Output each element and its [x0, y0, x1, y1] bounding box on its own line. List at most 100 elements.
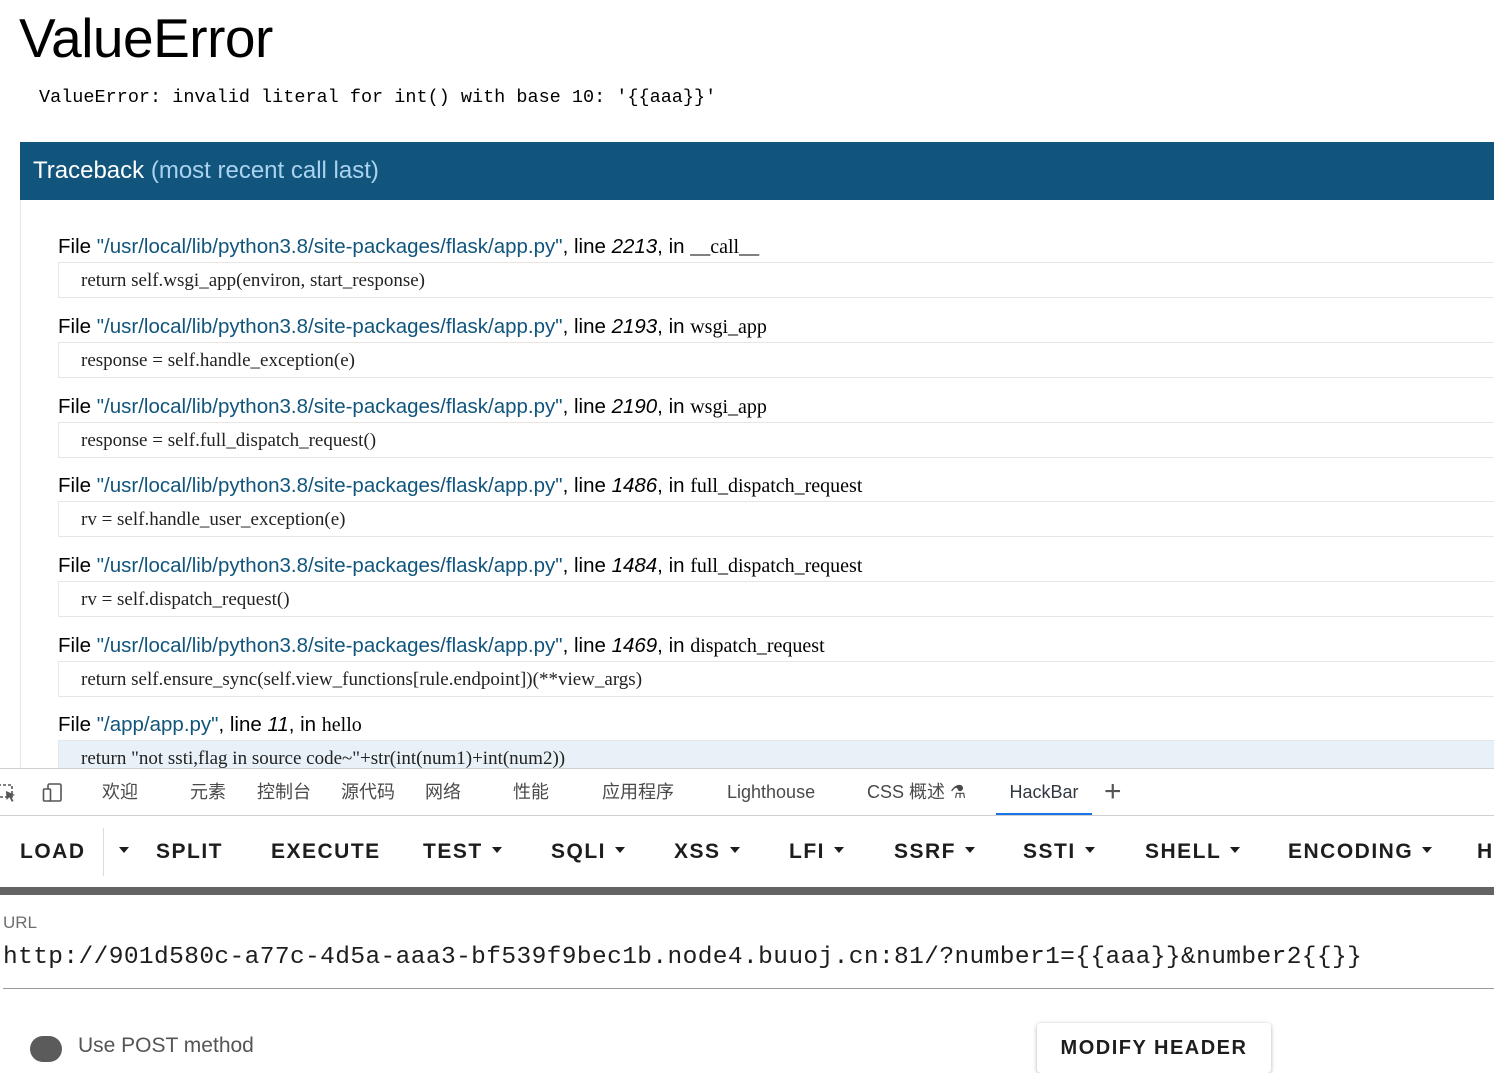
post-method-toggle[interactable] — [30, 1036, 62, 1062]
frame-line-number: 2190 — [611, 395, 658, 418]
error-message: ValueError: invalid literal for int() wi… — [39, 87, 717, 108]
frame-function: dispatch_request — [690, 635, 825, 657]
frame-file-path: "/usr/local/lib/python3.8/site-packages/… — [96, 634, 563, 657]
frame-line-number: 2193 — [611, 315, 658, 338]
traceback-frame: File "/usr/local/lib/python3.8/site-pack… — [58, 631, 1494, 697]
frame-code[interactable]: return "not ssti,flag in source code~"+s… — [58, 740, 1494, 768]
devtools-tab-elements[interactable]: 元素 — [190, 769, 226, 815]
frame-function: wsgi_app — [690, 396, 767, 418]
frame-line-number: 2213 — [611, 235, 658, 258]
traceback-frame: File "/usr/local/lib/python3.8/site-pack… — [58, 392, 1494, 458]
post-method-label: Use POST method — [78, 1034, 254, 1057]
modify-header-button[interactable]: MODIFY HEADER — [1037, 1023, 1271, 1073]
traceback-frame: File "/app/app.py", line 11, in hello re… — [58, 710, 1494, 768]
sqli-menu-label: SQLI — [551, 840, 607, 863]
frame-code[interactable]: return self.ensure_sync(self.view_functi… — [58, 661, 1494, 697]
ssti-menu-button[interactable]: SSTI — [1023, 816, 1095, 888]
frame-function: wsgi_app — [690, 316, 767, 338]
chevron-down-icon — [119, 847, 129, 854]
file-label: File — [58, 634, 92, 657]
devtools-tab-css-overview[interactable]: CSS 概述 ⚗ — [867, 769, 966, 815]
page-title: ValueError — [19, 7, 273, 69]
devtools-tab-hackbar[interactable]: HackBar — [996, 769, 1092, 815]
line-label: , line — [562, 474, 612, 497]
url-input[interactable]: http://901d580c-a77c-4d5a-aaa3-bf539f9be… — [3, 944, 1362, 971]
test-menu-button[interactable]: TEST — [423, 816, 502, 888]
line-label: , line — [562, 554, 612, 577]
traceback-title: Traceback — [33, 157, 145, 184]
traceback-subtitle: (most recent call last) — [150, 157, 379, 184]
frame-code[interactable]: rv = self.handle_user_exception(e) — [58, 501, 1494, 537]
error-page: ValueError ValueError: invalid literal f… — [0, 0, 1494, 768]
devtools-tab-lighthouse[interactable]: Lighthouse — [727, 769, 815, 815]
split-button[interactable]: SPLIT — [156, 816, 223, 888]
frame-file-path: "/usr/local/lib/python3.8/site-packages/… — [96, 474, 563, 497]
frame-code[interactable]: response = self.full_dispatch_request() — [58, 422, 1494, 458]
frame-code[interactable]: response = self.handle_exception(e) — [58, 342, 1494, 378]
toolbar-divider-bar — [0, 887, 1494, 895]
xss-menu-button[interactable]: XSS — [674, 816, 740, 888]
file-label: File — [58, 713, 92, 736]
add-tab-icon[interactable]: + — [1104, 777, 1122, 807]
devtools-tab-console[interactable]: 控制台 — [257, 769, 311, 815]
traceback-frame: File "/usr/local/lib/python3.8/site-pack… — [58, 232, 1494, 298]
traceback-header: Traceback (most recent call last) — [20, 142, 1494, 200]
load-button[interactable]: LOAD — [20, 816, 86, 888]
chevron-down-icon — [615, 847, 626, 854]
frame-function: full_dispatch_request — [690, 555, 863, 577]
devtools-tabbar: 欢迎 元素 控制台 源代码 网络 性能 应用程序 Lighthouse CSS … — [0, 768, 1494, 816]
url-field-label: URL — [3, 913, 38, 932]
lfi-menu-button[interactable]: LFI — [789, 816, 844, 888]
lfi-menu-label: LFI — [789, 840, 825, 863]
execute-button[interactable]: EXECUTE — [271, 816, 381, 888]
traceback-frame: File "/usr/local/lib/python3.8/site-pack… — [58, 551, 1494, 617]
ssti-menu-label: SSTI — [1023, 840, 1076, 863]
ssrf-menu-button[interactable]: SSRF — [894, 816, 976, 888]
frame-code[interactable]: rv = self.dispatch_request() — [58, 581, 1494, 617]
line-label: , line — [562, 634, 612, 657]
chevron-down-icon — [965, 847, 976, 854]
frame-code[interactable]: return self.wsgi_app(environ, start_resp… — [58, 262, 1494, 298]
frame-file-path: "/usr/local/lib/python3.8/site-packages/… — [96, 554, 563, 577]
encoding-menu-label: ENCODING — [1288, 840, 1414, 863]
toolbar-divider — [103, 828, 104, 876]
in-label: , in — [657, 395, 691, 418]
line-label: , line — [562, 315, 612, 338]
shell-menu-button[interactable]: SHELL — [1145, 816, 1241, 888]
sqli-menu-button[interactable]: SQLI — [551, 816, 626, 888]
traceback-frame: File "/usr/local/lib/python3.8/site-pack… — [58, 312, 1494, 378]
frame-line-number: 1486 — [611, 474, 658, 497]
inspect-element-icon[interactable] — [0, 782, 18, 804]
shell-menu-label: SHELL — [1145, 840, 1222, 863]
frame-line-number: 11 — [267, 713, 289, 736]
devtools-tab-application[interactable]: 应用程序 — [602, 769, 674, 815]
devtools-tab-sources[interactable]: 源代码 — [341, 769, 395, 815]
hashing-menu-button[interactable]: H — [1477, 816, 1494, 888]
encoding-menu-button[interactable]: ENCODING — [1288, 816, 1433, 888]
line-label: , line — [218, 713, 268, 736]
traceback-frame: File "/usr/local/lib/python3.8/site-pack… — [58, 471, 1494, 537]
hackbar-toolbar: LOAD SPLIT EXECUTE TEST SQLI XSS LFI SSR… — [0, 816, 1494, 888]
chevron-down-icon — [1422, 847, 1433, 854]
in-label: , in — [288, 713, 322, 736]
frame-file-path: "/usr/local/lib/python3.8/site-packages/… — [96, 235, 563, 258]
device-toolbar-icon[interactable] — [42, 782, 64, 804]
devtools-tab-network[interactable]: 网络 — [425, 769, 461, 815]
frame-function: full_dispatch_request — [690, 475, 863, 497]
frame-line-number: 1484 — [611, 554, 658, 577]
chevron-down-icon — [834, 847, 844, 854]
frame-line-number: 1469 — [611, 634, 658, 657]
frame-function: __call__ — [690, 236, 760, 258]
frame-function: hello — [321, 714, 362, 736]
line-label: , line — [562, 235, 612, 258]
chevron-down-icon — [729, 847, 740, 854]
frame-file-path: "/usr/local/lib/python3.8/site-packages/… — [96, 395, 563, 418]
devtools-tab-welcome[interactable]: 欢迎 — [102, 769, 138, 815]
file-label: File — [58, 235, 92, 258]
devtools-tab-performance[interactable]: 性能 — [513, 769, 549, 815]
in-label: , in — [657, 474, 691, 497]
file-label: File — [58, 315, 92, 338]
in-label: , in — [657, 554, 691, 577]
load-dropdown-button[interactable] — [110, 816, 129, 888]
file-label: File — [58, 554, 92, 577]
